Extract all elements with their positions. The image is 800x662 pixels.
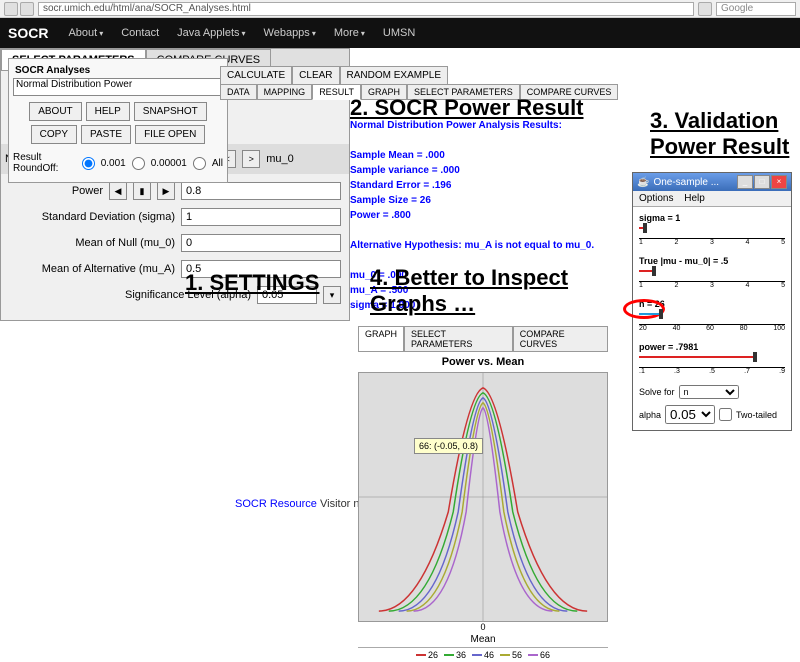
nav-about[interactable]: About▾ xyxy=(68,27,103,39)
roundoff-row: Result RoundOff: 0.001 0.00001 All xyxy=(13,148,223,178)
slider-sigma[interactable]: sigma = 1 12345 xyxy=(639,213,785,246)
power-next[interactable]: ▶ xyxy=(157,182,175,200)
sd-input[interactable] xyxy=(181,208,341,226)
brand: SOCR xyxy=(8,25,48,41)
panel-title: SOCR Analyses xyxy=(13,63,223,78)
minimize-icon[interactable]: _ xyxy=(737,175,753,189)
gt-button[interactable]: > xyxy=(242,150,260,168)
nav-applets[interactable]: Java Applets▾ xyxy=(177,27,245,39)
close-icon[interactable]: × xyxy=(771,175,787,189)
power-input[interactable] xyxy=(181,182,341,200)
analyses-panel: SOCR Analyses Normal Distribution Power … xyxy=(8,58,228,183)
solve-select[interactable]: n xyxy=(679,385,739,399)
alpha-select[interactable]: 0.05 xyxy=(665,405,715,424)
slider-mu[interactable]: True |mu - mu_0| = .5 12345 xyxy=(639,256,785,289)
power-slider[interactable]: ▮ xyxy=(133,182,151,200)
plot-area: 66: (-0.05, 0.8) xyxy=(358,372,608,622)
browser-toolbar: socr.umich.edu/html/ana/SOCR_Analyses.ht… xyxy=(0,0,800,18)
gtab-graph[interactable]: GRAPH xyxy=(358,326,404,352)
graph-title: Power vs. Mean xyxy=(358,352,608,372)
plot-legend: 26 36 46 56 66 xyxy=(358,647,608,662)
footer-link[interactable]: SOCR Resource xyxy=(235,498,317,510)
nav-more[interactable]: More▾ xyxy=(334,27,365,39)
window-titlebar[interactable]: ☕ One-sample ... _ □ × xyxy=(633,173,791,191)
java-icon: ☕ xyxy=(637,177,649,188)
annotation-2: 2. SOCR Power Result xyxy=(350,95,584,121)
maximize-icon[interactable]: □ xyxy=(754,175,770,189)
calculate-button[interactable]: CALCULATE xyxy=(220,66,292,85)
site-nav: SOCR About▾ Contact Java Applets▾ Webapp… xyxy=(0,18,800,48)
help-button[interactable]: HELP xyxy=(86,102,130,121)
tab-mapping[interactable]: MAPPING xyxy=(257,84,313,100)
x-axis-label: Mean xyxy=(358,632,608,647)
graph-panel: GRAPH SELECT PARAMETERS COMPARE CURVES P… xyxy=(358,326,608,662)
power-prev[interactable]: ◀ xyxy=(109,182,127,200)
plot-tooltip: 66: (-0.05, 0.8) xyxy=(414,438,483,454)
copy-button[interactable]: COPY xyxy=(31,125,77,144)
forward-icon[interactable] xyxy=(20,2,34,16)
roundoff-all[interactable] xyxy=(193,157,206,170)
validation-window: ☕ One-sample ... _ □ × Options Help sigm… xyxy=(632,172,792,431)
analysis-select[interactable]: Normal Distribution Power xyxy=(13,78,223,96)
paste-button[interactable]: PASTE xyxy=(81,125,131,144)
browser-search[interactable]: Google xyxy=(716,2,796,16)
gtab-compare[interactable]: COMPARE CURVES xyxy=(513,326,608,352)
mu0-input[interactable] xyxy=(181,234,341,252)
annotation-3: 3. Validation Power Result xyxy=(650,108,800,160)
nav-umsn[interactable]: UMSN xyxy=(383,27,415,39)
roundoff-001[interactable] xyxy=(82,157,95,170)
menu-options[interactable]: Options xyxy=(639,193,673,204)
alpha-dropdown-icon[interactable]: ▾ xyxy=(323,286,341,304)
slider-power[interactable]: power = .7981 .1.3.5.7.9 xyxy=(639,342,785,375)
clear-button[interactable]: CLEAR xyxy=(292,66,339,85)
two-tailed-check[interactable] xyxy=(719,408,732,421)
window-menu: Options Help xyxy=(633,191,791,207)
menu-help[interactable]: Help xyxy=(684,193,705,204)
nav-contact[interactable]: Contact xyxy=(121,27,159,39)
tab-data[interactable]: DATA xyxy=(220,84,257,100)
gtab-params[interactable]: SELECT PARAMETERS xyxy=(404,326,513,352)
random-button[interactable]: RANDOM EXAMPLE xyxy=(340,66,448,85)
roundoff-00001[interactable] xyxy=(132,157,145,170)
back-icon[interactable] xyxy=(4,2,18,16)
footer: SOCR Resource Visitor num xyxy=(235,498,375,510)
nav-webapps[interactable]: Webapps▾ xyxy=(264,27,316,39)
url-bar[interactable]: socr.umich.edu/html/ana/SOCR_Analyses.ht… xyxy=(38,2,694,16)
action-tabs: CALCULATE CLEAR RANDOM EXAMPLE xyxy=(220,66,448,85)
reload-icon[interactable] xyxy=(698,2,712,16)
about-button[interactable]: ABOUT xyxy=(29,102,81,121)
annotation-4: 4. Better to Inspect Graphs … xyxy=(370,265,600,317)
fileopen-button[interactable]: FILE OPEN xyxy=(135,125,205,144)
snapshot-button[interactable]: SNAPSHOT xyxy=(134,102,207,121)
annotation-1: 1. SETTINGS xyxy=(185,270,319,296)
